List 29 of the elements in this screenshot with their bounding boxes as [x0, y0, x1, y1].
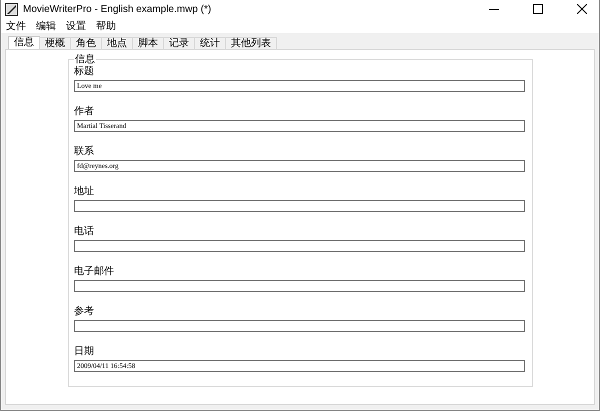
tab[interactable]: 地点 [101, 37, 133, 49]
input-field[interactable] [74, 200, 525, 212]
field-label: 联系 [74, 146, 95, 158]
tab[interactable]: 其他列表 [225, 37, 277, 49]
field-label: 标题 [74, 66, 95, 78]
tab[interactable]: 梗概 [39, 37, 71, 49]
input-field[interactable] [74, 320, 525, 332]
window-title: MovieWriterPro - English example.mwp (*) [23, 4, 212, 14]
menu-item[interactable]: 文件 [6, 18, 26, 32]
menu-item[interactable]: 帮助 [96, 18, 116, 32]
input-field[interactable] [74, 280, 525, 292]
tab[interactable]: 统计 [194, 37, 226, 49]
tab[interactable]: 角色 [70, 37, 102, 49]
tab[interactable]: 脚本 [132, 37, 164, 49]
tab[interactable]: 信息 [8, 36, 40, 49]
field-label: 电子邮件 [74, 266, 115, 278]
menu-item[interactable]: 编辑 [36, 18, 56, 32]
close-icon[interactable] [577, 4, 587, 14]
field-label: 参考 [74, 306, 95, 318]
group-title: 信息 [74, 54, 96, 65]
field-label: 作者 [74, 106, 95, 118]
field-label: 地址 [74, 186, 95, 198]
app-icon [5, 2, 18, 16]
field-label: 日期 [74, 346, 95, 358]
menu-item[interactable]: 设置 [66, 18, 86, 32]
tab[interactable]: 记录 [163, 37, 195, 49]
field-label: 电话 [74, 226, 95, 238]
maximize-icon[interactable] [533, 4, 543, 14]
input-field[interactable] [74, 240, 525, 252]
